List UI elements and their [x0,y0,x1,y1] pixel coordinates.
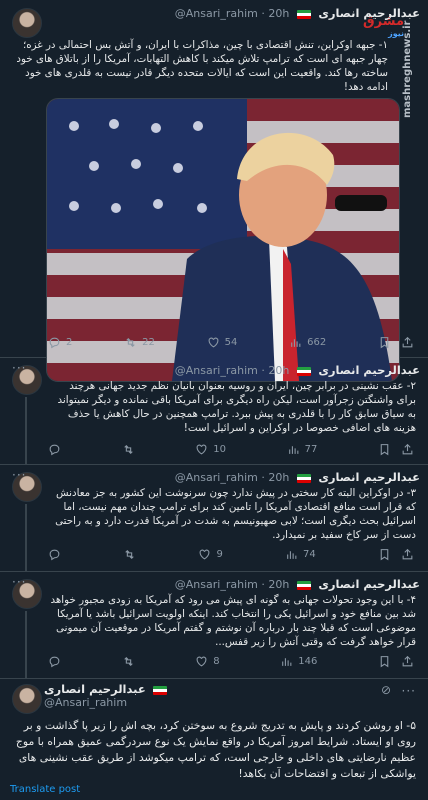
retweet-icon [123,656,133,666]
author-handle[interactable]: @Ansari_rahim [175,364,258,377]
iran-flag-icon [296,9,311,19]
like-button[interactable]: 9 [198,548,223,561]
tweet-actions: 8 146 [48,653,414,669]
share-icon[interactable] [401,336,414,349]
share-icon[interactable] [401,443,414,456]
retweet-button[interactable] [123,548,136,561]
bookmark-icon[interactable] [378,655,391,668]
author-handle[interactable]: @Ansari_rahim [175,7,258,20]
iran-flag-icon [296,473,311,483]
retweet-button[interactable] [122,655,135,668]
retweet-button[interactable] [122,443,135,456]
retweet-button[interactable]: 22 [124,336,155,349]
more-options-icon[interactable]: ··· [402,684,416,698]
bookmark-icon[interactable] [378,336,391,349]
like-button[interactable]: 8 [195,655,220,668]
avatar[interactable] [12,684,42,714]
tweet-header: عبدالرحیم انصاری @Ansari_rahim [44,682,344,709]
views-button[interactable]: 662 [289,336,326,349]
tweet-text: ۵- او روشن کردند و پایش به تدریج شروع به… [15,719,416,780]
share-icon[interactable] [401,548,414,561]
author-handle[interactable]: @Ansari_rahim [44,696,127,709]
tweet-actions: 9 74 [48,546,414,562]
timestamp[interactable]: 20h [268,578,289,591]
views-icon [291,338,301,347]
share-icon[interactable] [401,655,414,668]
reply-button[interactable] [48,548,61,561]
views-icon [282,657,292,666]
like-button[interactable]: 54 [207,336,237,349]
reply-button[interactable] [48,655,61,668]
heart-icon [208,337,219,347]
tweet-text: ۳- در اوکراین البته کار سختی در پیش ندار… [55,487,416,541]
tweet-4[interactable]: ··· عبدالرحیم انصاری @Ansari_rahim · 20h… [0,571,428,679]
timestamp[interactable]: 20h [268,364,289,377]
tweet-2[interactable]: ··· عبدالرحیم انصاری @Ansari_rahim · 20h… [0,357,428,465]
views-button[interactable]: 74 [285,548,316,561]
author-name[interactable]: عبدالرحیم انصاری [44,682,146,696]
retweet-icon [125,549,134,559]
timestamp[interactable]: 20h [268,7,289,20]
grok-icon[interactable]: ⊘ [381,683,392,697]
author-name[interactable]: عبدالرحیم انصاری [318,470,420,484]
reply-icon [49,444,60,455]
author-name[interactable]: عبدالرحیم انصاری [318,363,420,377]
iran-flag-icon [296,580,311,590]
tweet-text: ۱- جبهه اوکراین، تنش اقتصادی با چین، مذا… [16,39,388,93]
tweet-3[interactable]: ··· عبدالرحیم انصاری @Ansari_rahim · 20h… [0,464,428,572]
tweet-actions: 2 22 54 662 [48,334,414,350]
author-name[interactable]: عبدالرحیم انصاری [318,577,420,591]
tweet-5-expanded[interactable]: عبدالرحیم انصاری @Ansari_rahim ··· ⊘ ۵- … [0,678,428,800]
more-options-icon[interactable]: ··· [12,361,26,375]
views-button[interactable]: 77 [287,443,317,456]
site-watermark: mashreghnews.ir [402,20,413,118]
avatar[interactable] [12,8,42,38]
heart-icon [196,656,207,666]
tweet-text: ۴- با این وجود تحولات جهانی به گونه ای پ… [50,594,416,648]
tweet-1[interactable]: عبدالرحیم انصاری @Ansari_rahim · 20h مشر… [0,0,428,382]
reply-icon [49,656,60,667]
views-button[interactable]: 146 [280,655,317,668]
iran-flag-icon [296,366,311,376]
heart-icon [196,444,207,454]
like-button[interactable]: 10 [195,443,226,456]
iran-flag-icon [153,685,168,695]
timestamp[interactable]: 20h [268,471,289,484]
author-handle[interactable]: @Ansari_rahim [175,471,258,484]
retweet-icon [126,337,135,347]
reply-icon [49,549,60,560]
tweet-actions: 10 77 [48,441,414,457]
reply-icon [49,337,60,348]
views-icon [288,445,298,454]
views-icon [287,550,297,559]
tweet-text: ۲- عقب نشینی در برابر چین، ایران و روسیه… [57,380,416,434]
author-handle[interactable]: @Ansari_rahim [175,578,258,591]
heart-icon [200,549,210,559]
translate-post-link[interactable]: Translate post [10,784,80,795]
retweet-icon [123,444,133,454]
reply-button[interactable] [48,443,61,456]
bookmark-icon[interactable] [378,443,391,456]
more-options-icon[interactable]: ··· [12,468,26,482]
bookmark-icon[interactable] [378,548,391,561]
more-options-icon[interactable]: ··· [12,575,26,589]
reply-button[interactable]: 2 [48,336,72,349]
site-logo: مشرق نیوز [363,14,404,38]
